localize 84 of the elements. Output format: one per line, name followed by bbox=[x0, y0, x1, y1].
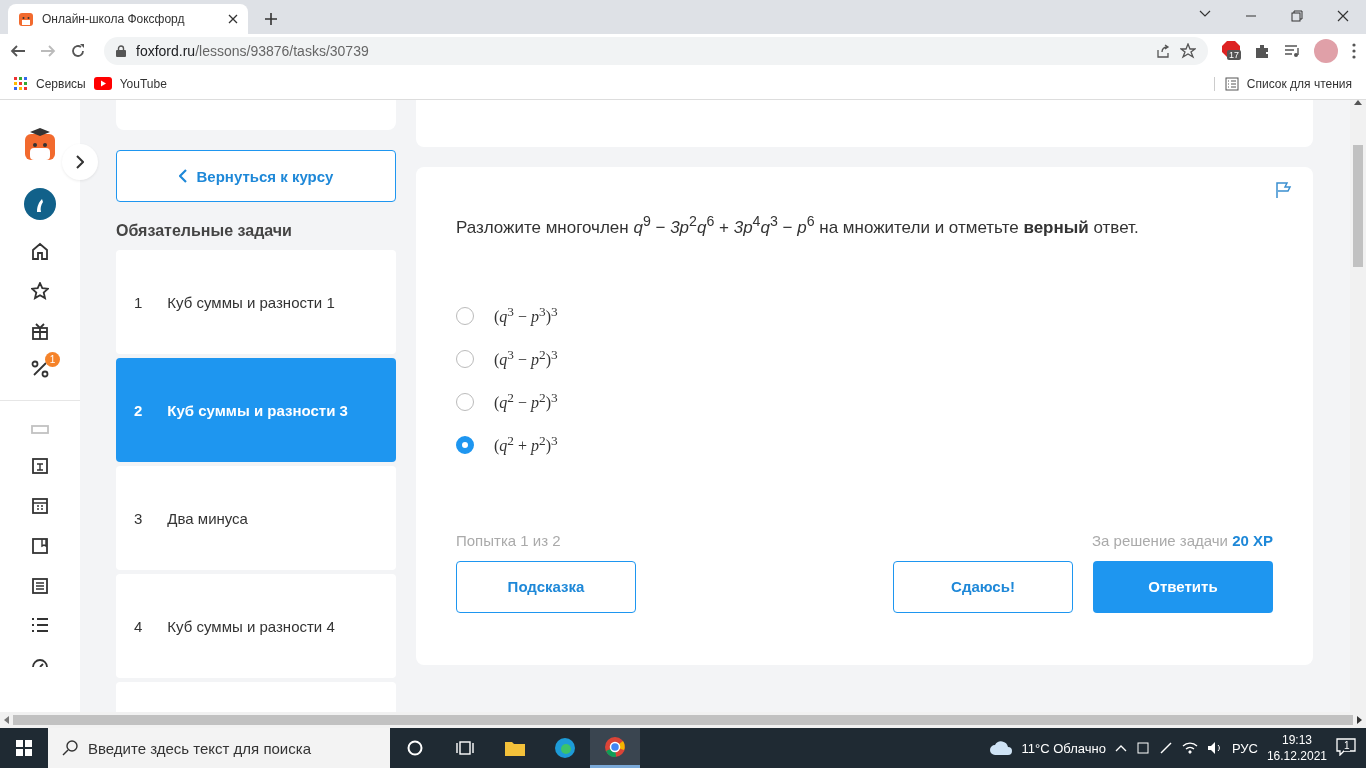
percent-icon[interactable] bbox=[31, 360, 49, 378]
edge-browser-icon[interactable] bbox=[554, 737, 576, 759]
dictionary-icon[interactable] bbox=[31, 457, 49, 475]
reading-list-icon bbox=[1224, 76, 1239, 91]
vertical-scrollbar[interactable] bbox=[1350, 100, 1366, 712]
bookmark-link[interactable]: Сервисы bbox=[36, 76, 86, 91]
task-title: Куб суммы и разности 4 bbox=[167, 617, 335, 635]
question-text: Разложите многочлен q$^{9}$ − 3p$^{2}$q$^{6}$ + 3p$^{4}$q$^{3}$ − p$^{6}$ на множители и отметьте верный ответ. bbox=[456, 212, 1140, 239]
reading-list-button[interactable]: Список для чтения bbox=[1246, 76, 1352, 91]
task-title: Куб суммы и разности 1 bbox=[167, 293, 335, 311]
folder-icon[interactable] bbox=[504, 739, 526, 757]
scrollbar-thumb[interactable] bbox=[1353, 145, 1363, 267]
fox-icon bbox=[18, 11, 34, 27]
scroll-right-icon bbox=[1357, 716, 1362, 724]
flag-icon[interactable] bbox=[1275, 181, 1293, 199]
address-bar[interactable]: foxford.ru/lessons/93876/tasks/30739 bbox=[104, 37, 1208, 65]
task-number: 3 bbox=[134, 509, 143, 527]
notification-badge: 1 bbox=[45, 352, 60, 367]
notification-icon[interactable] bbox=[1336, 737, 1356, 756]
language-indicator[interactable]: РУС bbox=[1231, 740, 1258, 756]
answer-option[interactable]: (q$^{2}$ + p$^{2}$)$^{3}$ bbox=[494, 433, 558, 456]
answer-option[interactable]: (q$^{2}$ − p$^{2}$)$^{3}$ bbox=[494, 390, 558, 413]
document-icon[interactable] bbox=[31, 577, 49, 595]
search-icon bbox=[62, 740, 78, 756]
task-list-item[interactable]: 3 Два минуса bbox=[116, 466, 396, 570]
section-heading: Обязательные задачи bbox=[116, 222, 293, 240]
taskbar-clock[interactable]: 19:13 16.12.2021 bbox=[1266, 732, 1327, 764]
horizontal-scrollbar[interactable] bbox=[0, 712, 1366, 728]
back-icon[interactable] bbox=[10, 43, 26, 59]
tab-title: Онлайн-школа Фоксфорд bbox=[42, 12, 186, 26]
star-icon[interactable] bbox=[31, 282, 49, 300]
share-icon[interactable] bbox=[1156, 44, 1170, 58]
media-queue-icon[interactable] bbox=[1284, 44, 1300, 58]
weather-text[interactable]: 11°C Облачно bbox=[1021, 740, 1106, 756]
bookmark-link[interactable]: YouTube bbox=[119, 76, 167, 91]
bookmark-star-icon[interactable] bbox=[1180, 43, 1196, 59]
tab-search-icon[interactable] bbox=[1199, 10, 1211, 18]
gift-icon[interactable] bbox=[31, 322, 49, 340]
browser-tab[interactable]: Онлайн-школа Фоксфорд bbox=[8, 4, 248, 34]
radio-button[interactable] bbox=[456, 435, 474, 454]
speaker-icon[interactable] bbox=[1206, 741, 1223, 755]
answer-option[interactable]: (q$^{3}$ − p$^{2}$)$^{3}$ bbox=[494, 347, 558, 370]
close-icon[interactable] bbox=[228, 14, 238, 24]
attempt-counter: Попытка 1 из 2 bbox=[456, 531, 561, 549]
cloud-icon[interactable] bbox=[988, 740, 1013, 756]
notification-count: 1 bbox=[1344, 739, 1350, 751]
chrome-browser-icon[interactable] bbox=[604, 735, 626, 758]
reward-text: За решение задачи 20 XP bbox=[1091, 531, 1273, 549]
task-number: 2 bbox=[134, 401, 143, 419]
hint-button[interactable]: Подсказка bbox=[456, 560, 636, 613]
apps-grid-icon bbox=[14, 76, 28, 91]
chevron-right-icon bbox=[76, 155, 84, 169]
notebook-icon[interactable] bbox=[31, 537, 49, 555]
list-icon[interactable] bbox=[31, 617, 49, 633]
home-icon[interactable] bbox=[31, 242, 49, 260]
task-view-icon[interactable] bbox=[456, 740, 474, 756]
scroll-left-icon bbox=[4, 716, 9, 724]
answer-option[interactable]: (q$^{3}$ − p$^{3}$)$^{3}$ bbox=[494, 304, 558, 327]
task-title: Два минуса bbox=[167, 509, 248, 527]
task-title: Куб суммы и разности 3 bbox=[167, 401, 348, 419]
video-play-icon bbox=[93, 77, 112, 90]
expand-toggle[interactable] bbox=[62, 144, 98, 180]
restore-icon[interactable] bbox=[1291, 10, 1303, 22]
wifi-icon[interactable] bbox=[1181, 741, 1198, 755]
windows-start-icon[interactable] bbox=[16, 740, 32, 756]
cortana-icon[interactable] bbox=[407, 740, 423, 756]
close-icon[interactable] bbox=[1337, 10, 1349, 22]
new-tab-icon[interactable] bbox=[264, 12, 278, 26]
search-placeholder: Введите здесь текст для поиска bbox=[88, 739, 311, 757]
lock-icon bbox=[116, 45, 126, 57]
task-list-item[interactable]: 1 Куб суммы и разности 1 bbox=[116, 250, 396, 354]
task-list-item[interactable]: 4 Куб суммы и разности 4 bbox=[116, 574, 396, 678]
give-up-button[interactable]: Сдаюсь! bbox=[893, 560, 1073, 613]
calendar-icon[interactable] bbox=[31, 497, 49, 515]
chevron-left-icon bbox=[178, 169, 187, 183]
puzzle-icon[interactable] bbox=[1254, 43, 1270, 59]
task-number: 1 bbox=[134, 293, 143, 311]
more-icon[interactable] bbox=[1352, 43, 1356, 59]
chevron-up-icon[interactable] bbox=[1114, 744, 1127, 752]
back-to-course-button[interactable]: Вернуться к курсу bbox=[116, 150, 396, 202]
taskbar-search-field[interactable]: Введите здесь текст для поиска bbox=[48, 728, 390, 768]
extension-badge: 17 bbox=[1227, 50, 1241, 60]
task-number: 4 bbox=[134, 617, 143, 635]
reload-icon[interactable] bbox=[70, 43, 86, 59]
